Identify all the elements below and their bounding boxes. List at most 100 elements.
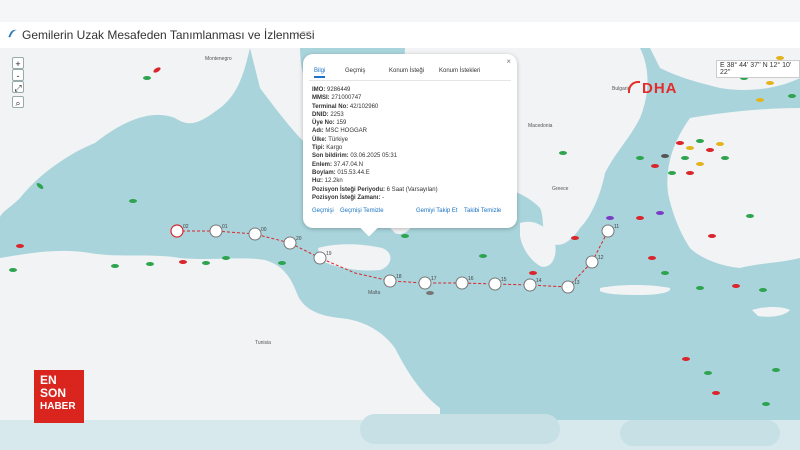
tab-konum-istegi[interactable]: Konum İsteği (389, 68, 424, 74)
land-crete (600, 285, 671, 295)
track-point (561, 280, 575, 294)
track-point (418, 276, 432, 290)
dha-watermark: DHA (628, 80, 678, 97)
ensonhaber-logo: EN SON HABER (34, 370, 84, 423)
map-label: Tunisia (255, 340, 271, 346)
ship-marker (9, 268, 17, 272)
ship-marker (732, 284, 740, 288)
track-point-label: 02 (183, 224, 189, 230)
footer-shape (360, 414, 560, 444)
page-subtitle: LRIT (298, 32, 312, 38)
ship-marker (278, 261, 286, 265)
ship-marker (766, 81, 774, 85)
ship-marker (16, 244, 24, 248)
coordinate-readout: E 38° 44' 37'' N 12° 10' 22'' (716, 60, 800, 78)
ship-marker (651, 164, 659, 168)
ship-marker (696, 139, 704, 143)
page-title: Gemilerin Uzak Mesafeden Tanımlanması ve… (22, 28, 315, 42)
ship-details: IMO: 9286449 MMSI: 271000747 Terminal No… (312, 86, 438, 202)
ship-marker (146, 262, 154, 266)
dha-logo-icon (628, 81, 640, 93)
track-point (523, 278, 537, 292)
track-point (283, 236, 297, 250)
ship-marker (202, 261, 210, 265)
track-point-label: 14 (536, 278, 542, 284)
ship-marker (676, 141, 684, 145)
map-label: Macedonia (528, 123, 553, 129)
ship-marker (636, 216, 644, 220)
ship-marker (696, 162, 704, 166)
fullscreen-icon[interactable]: ⤢ (12, 81, 24, 93)
map-label: Malta (368, 290, 381, 296)
ship-marker (179, 260, 187, 264)
detail-row: Tipi: Kargo (312, 145, 343, 152)
tab-gecmis[interactable]: Geçmiş (345, 68, 365, 74)
zoom-out-button[interactable]: - (12, 69, 24, 81)
ship-marker (668, 171, 676, 175)
footer-band (0, 414, 800, 450)
history-link[interactable]: Geçmişi (312, 208, 334, 214)
detail-row: Pozisyon İsteği Zamanı: - (312, 194, 385, 201)
track-point (248, 227, 262, 241)
map-label: Greece (552, 186, 569, 192)
ship-marker (401, 234, 409, 238)
detail-row: Enlem: 37.47.04.N (312, 161, 364, 168)
ship-marker (529, 271, 537, 275)
app-header: Gemilerin Uzak Mesafeden Tanımlanması ve… (0, 22, 800, 49)
ship-marker (682, 357, 690, 361)
track-point-label: 20 (296, 236, 302, 242)
zoom-in-button[interactable]: + (12, 57, 24, 69)
track-point-label: 15 (501, 277, 507, 283)
detail-row: IMO: 9286449 (312, 87, 351, 93)
ship-marker (143, 76, 151, 80)
land-sicily (318, 244, 391, 271)
track-point (455, 276, 469, 290)
track-point (383, 274, 397, 288)
ship-marker (36, 183, 44, 189)
tab-konum-istekleri[interactable]: Konum İstekleri (439, 68, 480, 74)
ship-marker (706, 148, 714, 152)
track-point-label: 01 (222, 224, 228, 230)
follow-ship-link[interactable]: Gemiyi Takip Et (416, 208, 458, 214)
detail-row: DNID: 2253 (312, 111, 344, 118)
detail-row: Boylam: 015.53.44.E (312, 169, 370, 176)
ship-marker (772, 368, 780, 372)
ship-marker (759, 288, 767, 292)
detail-row: MMSI: 271000747 (312, 95, 362, 102)
land-europe-west (0, 48, 250, 218)
ship-info-popup: × Bilgi Geçmiş Konum İsteği Konum İstekl… (303, 54, 517, 237)
land-turkey (667, 108, 800, 268)
land-cyprus (752, 307, 790, 317)
track-point (313, 251, 327, 265)
detail-row: Pozisyon İsteği Periyodu: 6 Saat (Varsay… (312, 186, 438, 193)
ship-marker (686, 146, 694, 150)
close-icon[interactable]: × (506, 57, 511, 66)
ship-marker (636, 156, 644, 160)
ship-marker (712, 391, 720, 395)
clear-follow-link[interactable]: Takibi Temizle (464, 208, 501, 214)
ship-marker (222, 256, 230, 260)
footer-shape (620, 420, 780, 446)
track-point-label: 16 (468, 276, 474, 282)
tab-bilgi[interactable]: Bilgi (314, 68, 326, 78)
track-point-label: 18 (396, 274, 402, 280)
ship-marker (681, 156, 689, 160)
track-point-label: 19 (326, 251, 332, 257)
ship-marker (479, 254, 487, 258)
track-point (585, 255, 599, 269)
popup-tabs: Bilgi Geçmiş Konum İsteği Konum İstekler… (309, 68, 511, 81)
ship-marker (426, 291, 434, 295)
clear-history-link[interactable]: Geçmişi Temizle (340, 208, 384, 214)
track-point-label: 11 (614, 224, 619, 230)
ship-marker (686, 171, 694, 175)
ship-marker (788, 94, 796, 98)
track-point (601, 224, 615, 238)
ship-marker (661, 154, 669, 158)
ship-marker (704, 371, 712, 375)
track-point (170, 224, 184, 238)
track-point-label: 00 (261, 227, 267, 233)
ship-marker (716, 142, 724, 146)
search-icon[interactable]: ⌕ (12, 96, 24, 108)
ship-marker (656, 211, 664, 215)
detail-row: Terminal No: 42/102960 (312, 103, 379, 110)
